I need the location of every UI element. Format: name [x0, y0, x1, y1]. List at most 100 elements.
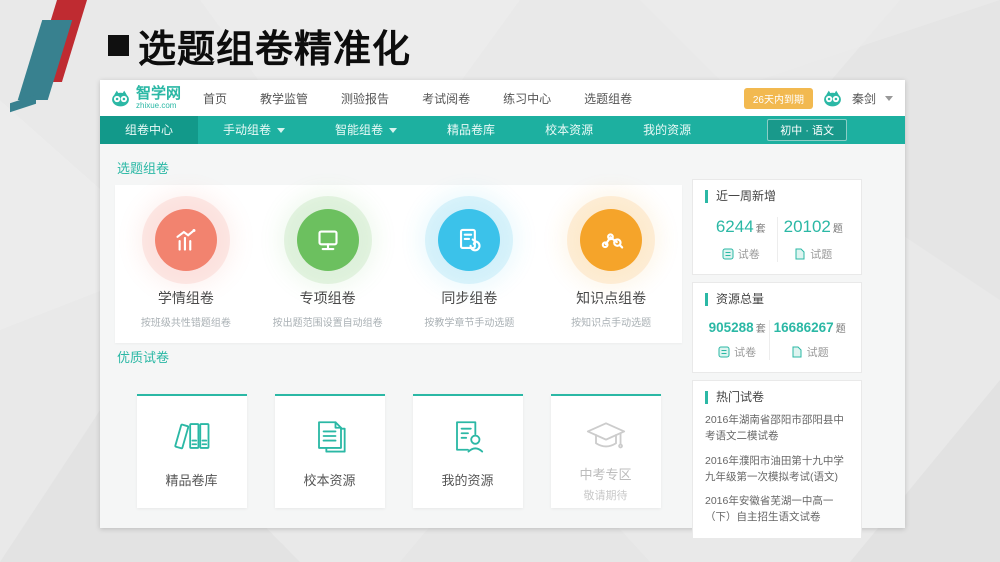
top-navbar: 智学网 zhixue.com 首页 教学监管 测验报告 考试阅卷 练习中心 选题…: [100, 80, 905, 116]
feature-learning-analysis[interactable]: 学情组卷 按班级共性错题组卷: [115, 185, 257, 343]
card-my-resources[interactable]: 我的资源: [413, 394, 523, 508]
nav-item-paper-assembly[interactable]: 选题组卷: [584, 90, 632, 107]
nav-item-test-report[interactable]: 测验报告: [341, 90, 389, 107]
feature-desc: 按班级共性错题组卷: [115, 314, 257, 329]
panel-title: 热门试卷: [705, 391, 849, 404]
menu-item-label: 手动组卷: [223, 116, 271, 144]
panel-hot-papers: 热门试卷 2016年湖南省邵阳市邵阳县中考语文二模试卷 2016年濮阳市油田第十…: [692, 380, 862, 539]
chevron-down-icon: [277, 128, 285, 133]
menu-item-label: 智能组卷: [335, 116, 383, 144]
zhixue-screenshot: 智学网 zhixue.com 首页 教学监管 测验报告 考试阅卷 练习中心 选题…: [100, 80, 905, 528]
stat-value: 16686267: [774, 320, 834, 335]
stat-value: 20102: [784, 217, 831, 236]
stat-unit: 题: [836, 324, 846, 335]
documents-icon: [307, 412, 353, 460]
stat-value: 905288: [709, 320, 754, 335]
stats-row: 905288套 试卷 16686267题 试题: [705, 320, 849, 360]
stat-questions: 20102题 试题: [777, 217, 850, 262]
stat-label: 试卷: [734, 344, 756, 360]
graduation-cap-icon: [583, 412, 629, 460]
hot-paper-link[interactable]: 2016年湖南省邵阳市邵阳县中考语文二模试卷: [705, 412, 849, 445]
question-icon: [791, 346, 803, 358]
card-label: 精品卷库: [165, 470, 217, 489]
stat-papers: 905288套 试卷: [705, 320, 769, 360]
card-zhongkao-zone: 中考专区 敬请期待: [551, 394, 661, 508]
books-icon: [169, 412, 215, 460]
page-body: 选题组卷 学情组卷 按班级共性错题组卷: [100, 144, 905, 546]
knowledge-nodes-icon: [580, 209, 642, 271]
feature-desc: 按知识点手动选题: [540, 314, 682, 329]
hot-paper-link[interactable]: 2016年濮阳市油田第十九中学九年级第一次模拟考试(语文): [705, 453, 849, 486]
card-label: 我的资源: [441, 470, 493, 489]
nav-item-exam-marking[interactable]: 考试阅卷: [422, 90, 470, 107]
owl-logo-icon: [110, 88, 131, 109]
panel-title: 近一周新增: [705, 190, 849, 203]
feature-knowledge-point[interactable]: 知识点组卷 按知识点手动选题: [540, 185, 682, 343]
card-school-resources[interactable]: 校本资源: [275, 394, 385, 508]
panel-weekly-new: 近一周新增 6244套 试卷 20102题 试题: [692, 179, 862, 275]
menu-item-premium-library[interactable]: 精品卷库: [422, 116, 520, 144]
slide-title-row: 选题组卷精准化: [108, 18, 411, 73]
menu-item-label: 我的资源: [643, 116, 691, 144]
stat-unit: 套: [756, 324, 766, 335]
brand-logo[interactable]: 智学网 zhixue.com: [110, 86, 181, 110]
nav-item-practice-center[interactable]: 练习中心: [503, 90, 551, 107]
expiry-badge[interactable]: 26天内到期: [744, 88, 813, 109]
question-icon: [794, 248, 806, 260]
card-label: 中考专区: [579, 464, 631, 483]
stat-questions: 16686267题 试题: [769, 320, 849, 360]
right-sidebar: 近一周新增 6244套 试卷 20102题 试题: [692, 154, 862, 546]
stat-label-row[interactable]: 试卷: [705, 246, 777, 262]
feature-label: 同步组卷: [399, 288, 541, 308]
stats-row: 6244套 试卷 20102题 试题: [705, 217, 849, 262]
feature-desc: 按教学章节手动选题: [399, 314, 541, 329]
brand-name: 智学网: [136, 86, 181, 101]
card-sub-label: 敬请期待: [584, 487, 628, 503]
menu-item-smart-assembly[interactable]: 智能组卷: [310, 116, 422, 144]
menu-item-label: 校本资源: [545, 116, 593, 144]
user-avatar-owl-icon[interactable]: [822, 88, 843, 109]
doc-person-icon: [445, 412, 491, 460]
menu-item-my-resources[interactable]: 我的资源: [618, 116, 716, 144]
monitor-icon: [297, 209, 359, 271]
nav-right-cluster: 26天内到期 秦剑: [744, 88, 893, 109]
chevron-down-icon: [389, 128, 397, 133]
card-premium-library[interactable]: 精品卷库: [137, 394, 247, 508]
username[interactable]: 秦剑: [852, 90, 876, 107]
stat-label: 试题: [807, 344, 829, 360]
stat-number-row: 16686267题: [770, 320, 849, 335]
panel-total-resources: 资源总量 905288套 试卷 16686267题 试题: [692, 282, 862, 373]
stat-papers: 6244套 试卷: [705, 217, 777, 262]
stat-label-row[interactable]: 试卷: [705, 344, 769, 360]
menu-item-manual-assembly[interactable]: 手动组卷: [198, 116, 310, 144]
feature-special-topic[interactable]: 专项组卷 按出题范围设置自动组卷: [257, 185, 399, 343]
nav-menu: 首页 教学监管 测验报告 考试阅卷 练习中心 选题组卷: [203, 90, 632, 107]
stat-label-row[interactable]: 试题: [778, 246, 850, 262]
menu-item-label: 组卷中心: [125, 116, 173, 144]
quality-section-header: 优质试卷: [117, 347, 682, 366]
doc-sync-icon: [438, 209, 500, 271]
chevron-down-icon[interactable]: [885, 96, 893, 101]
feature-label: 专项组卷: [257, 288, 399, 308]
feature-sync-assembly[interactable]: 同步组卷 按教学章节手动选题: [399, 185, 541, 343]
nav-item-home[interactable]: 首页: [203, 90, 227, 107]
nav-item-teaching-supervision[interactable]: 教学监管: [260, 90, 308, 107]
stat-unit: 套: [756, 224, 766, 235]
hot-paper-link[interactable]: 2016年安徽省芜湖一中高一（下）自主招生语文试卷: [705, 493, 849, 526]
subject-selector[interactable]: 初中 · 语文: [767, 119, 847, 141]
stat-number-row: 905288套: [705, 320, 769, 335]
feature-desc: 按出题范围设置自动组卷: [257, 314, 399, 329]
main-column: 选题组卷 学情组卷 按班级共性错题组卷: [115, 154, 682, 546]
brand-domain: zhixue.com: [136, 102, 181, 110]
menu-item-assembly-center[interactable]: 组卷中心: [100, 116, 198, 144]
hot-papers-list: 2016年湖南省邵阳市邵阳县中考语文二模试卷 2016年濮阳市油田第十九中学九年…: [705, 412, 849, 526]
sub-menubar: 组卷中心 手动组卷 智能组卷 精品卷库 校本资源 我的资源 初中 · 语文: [100, 116, 905, 144]
card-label: 校本资源: [303, 470, 355, 489]
menu-item-school-resources[interactable]: 校本资源: [520, 116, 618, 144]
paper-icon: [718, 346, 730, 358]
stat-unit: 题: [833, 224, 843, 235]
brand-text: 智学网 zhixue.com: [136, 86, 181, 110]
panel-title: 资源总量: [705, 293, 849, 306]
stat-number-row: 20102题: [778, 217, 850, 237]
stat-label-row[interactable]: 试题: [770, 344, 849, 360]
